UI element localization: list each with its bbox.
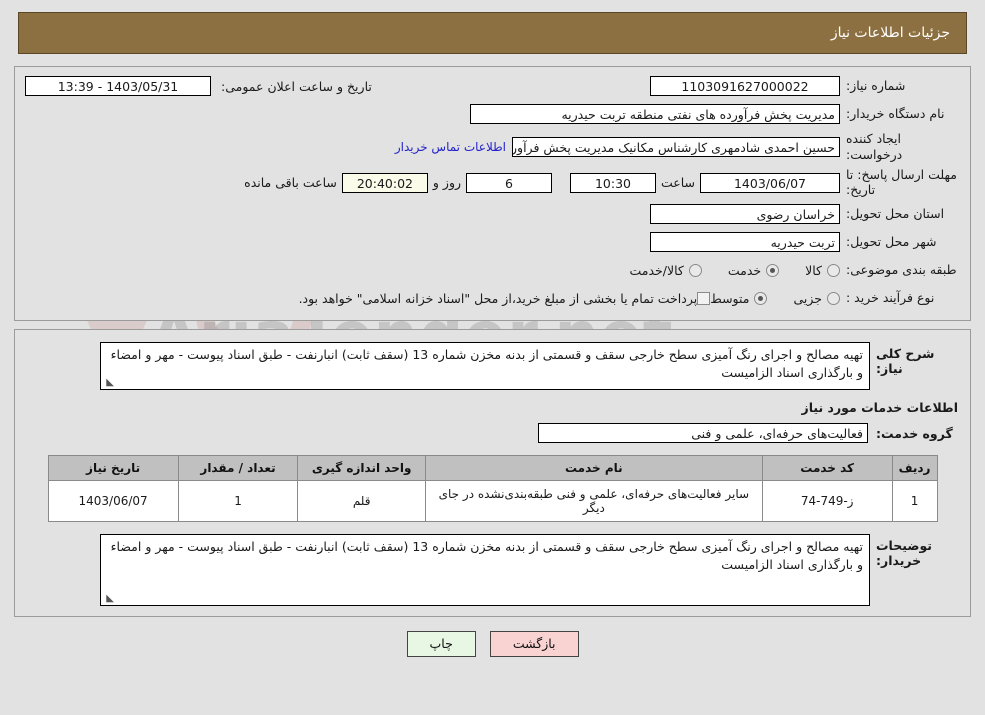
service-items-thead: ردیف کد خدمت نام خدمت واحد اندازه گیری تعداد… bbox=[47, 455, 938, 481]
days-label: روز و bbox=[432, 175, 462, 191]
subject-category-radio-icon-1[interactable] bbox=[766, 263, 780, 277]
table-column-header-5: تاریخ نیاز bbox=[47, 455, 179, 481]
resize-grip-icon[interactable]: ◣ bbox=[104, 378, 114, 388]
announce-pair: تاریخ و ساعت اعلان عمومی: 1403/05/31 - 1… bbox=[25, 76, 377, 96]
treasury-bond-checkbox[interactable] bbox=[697, 291, 711, 305]
subject-category-option-1[interactable]: خدمت bbox=[727, 262, 780, 278]
delivery-city-field[interactable]: تربت حیدریه bbox=[650, 232, 840, 252]
table-cell-qty: 1 bbox=[177, 480, 299, 522]
purchase-process-option-1[interactable]: متوسط bbox=[710, 290, 768, 306]
row-delivery-city: شهر محل تحویل: تربت حیدریه bbox=[25, 231, 960, 253]
purchase-process-option-0[interactable]: جزیی bbox=[793, 291, 840, 306]
resize-grip-icon[interactable]: ◣ bbox=[104, 594, 114, 604]
buyer-notes-label: توضیحات خریدار: bbox=[876, 538, 932, 568]
deadline-time-field[interactable]: 10:30 bbox=[569, 172, 656, 193]
need-description-panel: شرح کلی نیاز: تهیه مصالح و اجرای رنگ آمی… bbox=[14, 329, 971, 617]
days-remaining-field[interactable]: 6 bbox=[466, 172, 553, 193]
table-cell-unit: قلم bbox=[297, 480, 426, 522]
row-purchase-process: نوع فرآیند خرید : جزیی متوسط پرداخت تمام … bbox=[25, 287, 960, 309]
page-title: جزئیات اطلاعات نیاز bbox=[830, 25, 950, 41]
row-need-number: شماره نیاز: 1103091627000022 تاریخ و ساع… bbox=[25, 75, 960, 97]
subject-category-option-label-2: کالا/خدمت bbox=[629, 262, 684, 278]
table-column-header-2: نام خدمت bbox=[424, 455, 763, 481]
need-info-panel: شماره نیاز: 1103091627000022 تاریخ و ساع… bbox=[14, 66, 971, 321]
response-deadline-label: مهلت ارسال پاسخ: تا تاریخ: bbox=[846, 167, 957, 197]
row-request-creator: ایجاد کننده درخواست: حسین احمدی شادمهری … bbox=[25, 131, 960, 162]
delivery-city-label: شهر محل تحویل: bbox=[846, 234, 937, 250]
service-group-field[interactable]: فعالیت‌های حرفه‌ای، علمی و فنی bbox=[538, 423, 868, 443]
subject-category-radio-icon-0[interactable] bbox=[827, 263, 840, 277]
buyer-org-label: نام دستگاه خریدار: bbox=[846, 106, 945, 122]
footer-actions: بازگشت چاپ bbox=[0, 631, 985, 657]
general-description-label: شرح کلی نیاز: bbox=[876, 346, 935, 376]
gap-spacer bbox=[557, 175, 565, 190]
subject-category-label: طبقه بندی موضوعی: bbox=[846, 262, 957, 278]
row-buyer-org: نام دستگاه خریدار: مدیریت پخش فرآورده ها… bbox=[25, 103, 960, 125]
general-description-text: تهیه مصالح و اجرای رنگ آمیزی سطح خارجی س… bbox=[110, 347, 863, 381]
purchase-process-option-label-0: جزیی bbox=[793, 290, 822, 306]
buyer-notes-text: تهیه مصالح و اجرای رنگ آمیزی سطح خارجی س… bbox=[110, 539, 863, 573]
announce-label: تاریخ و ساعت اعلان عمومی: bbox=[221, 78, 372, 94]
buyer-contact-link[interactable]: اطلاعات تماس خریدار bbox=[395, 140, 506, 154]
row-delivery-province: استان محل تحویل: خراسان رضوی bbox=[25, 203, 960, 225]
purchase-process-radio-group: جزیی متوسط bbox=[710, 291, 840, 306]
hour-label: ساعت bbox=[660, 175, 695, 191]
general-description-textarea[interactable]: تهیه مصالح و اجرای رنگ آمیزی سطح خارجی س… bbox=[100, 342, 870, 390]
delivery-province-label: استان محل تحویل: bbox=[846, 206, 945, 222]
page-root: جزئیات اطلاعات نیاز شماره نیاز: 11030916… bbox=[0, 12, 985, 657]
service-group-label: گروه خدمت: bbox=[876, 425, 953, 441]
subject-category-option-0[interactable]: کالا bbox=[805, 263, 840, 278]
table-cell-name: سایر فعالیت‌های حرفه‌ای، علمی و فنی طبقه… bbox=[424, 480, 763, 522]
subject-category-option-2[interactable]: کالا/خدمت bbox=[629, 262, 702, 278]
purchase-process-radio-icon-0[interactable] bbox=[827, 291, 840, 305]
table-header-row: ردیف کد خدمت نام خدمت واحد اندازه گیری تعداد… bbox=[47, 455, 938, 481]
back-button[interactable]: بازگشت bbox=[489, 631, 579, 657]
row-service-group: گروه خدمت: فعالیت‌های حرفه‌ای، علمی و فن… bbox=[25, 423, 960, 443]
row-general-description: شرح کلی نیاز: تهیه مصالح و اجرای رنگ آمی… bbox=[25, 342, 960, 390]
announce-datetime-field[interactable]: 1403/05/31 - 13:39 bbox=[25, 76, 211, 96]
table-column-header-0: ردیف bbox=[891, 455, 938, 481]
table-cell-code: ز-749-74 bbox=[761, 480, 893, 522]
need-number-field[interactable]: 1103091627000022 bbox=[650, 76, 840, 96]
purchase-process-radio-icon-1[interactable] bbox=[754, 291, 768, 305]
page-title-bar: جزئیات اطلاعات نیاز bbox=[18, 12, 967, 54]
table-cell-date: 1403/06/07 bbox=[47, 480, 179, 522]
deadline-date-field[interactable]: 1403/06/07 bbox=[700, 172, 840, 193]
purchase-process-option-label-1: متوسط bbox=[710, 290, 750, 306]
delivery-province-field[interactable]: خراسان رضوی bbox=[650, 204, 840, 224]
table-row[interactable]: 1 ز-749-74 سایر فعالیت‌های حرفه‌ای، علمی و… bbox=[47, 480, 938, 522]
subject-category-radio-group: کالا خدمت کالا/خدمت bbox=[629, 263, 840, 278]
service-items-table: ردیف کد خدمت نام خدمت واحد اندازه گیری تعداد… bbox=[47, 455, 938, 522]
service-items-tbody: 1 ز-749-74 سایر فعالیت‌های حرفه‌ای، علمی و… bbox=[47, 480, 938, 522]
table-column-header-1: کد خدمت bbox=[761, 455, 893, 481]
table-column-header-3: واحد اندازه گیری bbox=[297, 455, 426, 481]
table-column-header-4: تعداد / مقدار bbox=[177, 455, 299, 481]
subject-category-radio-icon-2[interactable] bbox=[688, 263, 702, 277]
purchase-process-label: نوع فرآیند خرید : bbox=[846, 290, 935, 306]
buyer-notes-textarea[interactable]: تهیه مصالح و اجرای رنگ آمیزی سطح خارجی س… bbox=[100, 534, 870, 606]
row-subject-category: طبقه بندی موضوعی: کالا خدمت کالا/خدمت bbox=[25, 259, 960, 281]
row-response-deadline: مهلت ارسال پاسخ: تا تاریخ: 1403/06/07 سا… bbox=[25, 168, 960, 197]
print-button[interactable]: چاپ bbox=[406, 631, 476, 657]
request-creator-field[interactable]: حسین احمدی شادمهری کارشناس مکانیک مدیریت… bbox=[512, 136, 840, 157]
row-buyer-notes: توضیحات خریدار: تهیه مصالح و اجرای رنگ آ… bbox=[25, 534, 960, 606]
subject-category-option-label-1: خدمت bbox=[727, 262, 762, 278]
countdown-timer-field[interactable]: 20:40:02 bbox=[341, 172, 428, 193]
services-section-heading: اطلاعات خدمات مورد نیاز bbox=[801, 400, 959, 415]
treasury-bond-note: پرداخت تمام یا بخشی از مبلغ خرید،از محل … bbox=[298, 290, 698, 306]
need-number-label: شماره نیاز: bbox=[846, 78, 906, 94]
buyer-org-field[interactable]: مدیریت پخش فرآورده های نفتی منطقه تربت ح… bbox=[470, 104, 840, 124]
table-cell-radif: 1 bbox=[891, 480, 938, 522]
request-creator-label: ایجاد کننده درخواست: bbox=[846, 131, 903, 162]
hours-remaining-label: ساعت باقی مانده bbox=[244, 175, 337, 191]
subject-category-option-label-0: کالا bbox=[805, 262, 822, 278]
